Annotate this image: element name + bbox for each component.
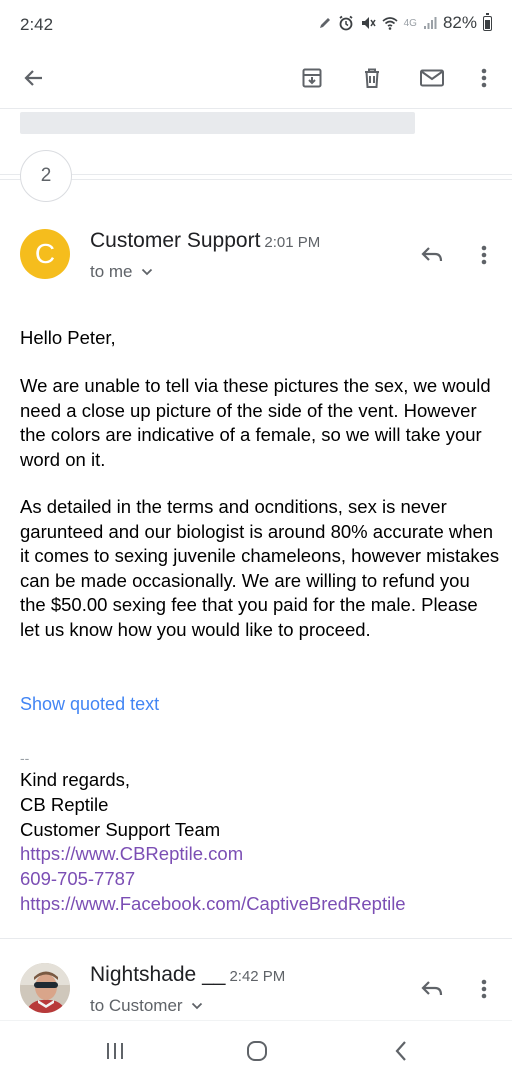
alarm-icon: [339, 15, 353, 31]
sender-line: Nightshade __ 2:42 PM: [90, 963, 285, 987]
previous-message-stub[interactable]: [20, 112, 415, 134]
message-more-button[interactable]: [466, 969, 502, 1009]
signature-regards: Kind regards,: [20, 769, 131, 790]
message-paragraph: We are unable to tell via these pictures…: [20, 375, 491, 470]
more-vert-icon: [481, 245, 487, 265]
avatar[interactable]: [20, 963, 70, 1013]
toolbar: [0, 50, 512, 106]
profile-photo: [20, 963, 70, 1013]
message-header[interactable]: C Customer Support 2:01 PM to me: [0, 229, 512, 299]
mark-unread-button[interactable]: [410, 56, 454, 100]
collapsed-messages-count[interactable]: 2: [20, 150, 72, 202]
recipient-details[interactable]: to me: [90, 262, 153, 282]
reply-button[interactable]: [412, 969, 452, 1009]
chevron-down-icon: [141, 268, 152, 276]
message-time: 2:42 PM: [229, 968, 286, 985]
message-divider: [0, 938, 512, 939]
status-time: 2:42: [20, 15, 54, 34]
chevron-down-icon: [191, 1002, 202, 1010]
status-bar: 2:42 4G 82%: [0, 0, 512, 50]
recent-apps-icon: [107, 1043, 123, 1059]
show-quoted-text-link[interactable]: Show quoted text: [20, 694, 159, 715]
battery-percent: 82%: [442, 13, 477, 32]
home-icon: [247, 1041, 267, 1061]
message-more-button[interactable]: [466, 235, 502, 275]
collapsed-divider: [0, 179, 512, 180]
archive-icon: [302, 68, 322, 88]
wifi-icon: [382, 17, 398, 30]
trash-icon: [365, 68, 379, 88]
signature-team: Customer Support Team: [20, 818, 221, 840]
network-type: 4G: [403, 17, 417, 29]
delete-button[interactable]: [350, 56, 394, 100]
arrow-back-icon: [24, 70, 42, 86]
reply-button[interactable]: [412, 235, 452, 275]
chevron-left-icon: [395, 1041, 406, 1061]
message-time: 2:01 PM: [264, 234, 321, 251]
home-button[interactable]: [237, 1035, 277, 1067]
sender-name: Customer Support: [90, 229, 261, 252]
website-link[interactable]: https://www.CBReptile.com: [20, 842, 500, 867]
recipient-label: to me: [90, 262, 133, 281]
signature: -- Kind regards, CB Reptile Customer Sup…: [20, 748, 500, 917]
more-vert-icon: [481, 979, 487, 999]
mail-icon: [420, 69, 444, 87]
reply-icon: [421, 981, 443, 996]
message-paragraph: As detailed in the terms and ocnditions,…: [20, 496, 500, 640]
more-vert-icon: [481, 68, 487, 88]
collapsed-divider: [0, 174, 512, 175]
more-options-button[interactable]: [462, 56, 506, 100]
back-nav-button[interactable]: [381, 1035, 421, 1067]
phone-link[interactable]: 609-705-7787: [20, 867, 500, 892]
reply-icon: [421, 247, 443, 262]
back-button[interactable]: [12, 56, 56, 100]
sender-line: Customer Support 2:01 PM: [90, 229, 320, 253]
recent-apps-button[interactable]: [95, 1035, 135, 1067]
recipient-label: to Customer: [90, 996, 183, 1015]
signal-icon: [423, 17, 437, 29]
edit-pen-icon: [319, 18, 330, 28]
signature-separator: --: [20, 750, 30, 766]
avatar[interactable]: C: [20, 229, 70, 279]
status-icons: 4G 82%: [318, 12, 492, 33]
archive-button[interactable]: [290, 56, 334, 100]
toolbar-divider: [0, 108, 512, 109]
sender-name: Nightshade __: [90, 963, 226, 986]
facebook-link[interactable]: https://www.Facebook.com/CaptiveBredRept…: [20, 892, 500, 917]
battery-icon: [483, 12, 492, 31]
message-greeting: Hello Peter,: [20, 327, 116, 348]
mute-icon: [361, 17, 376, 29]
recipient-details[interactable]: to Customer: [90, 996, 203, 1016]
signature-company: CB Reptile: [20, 793, 109, 815]
system-navigation-bar: [0, 1020, 512, 1081]
